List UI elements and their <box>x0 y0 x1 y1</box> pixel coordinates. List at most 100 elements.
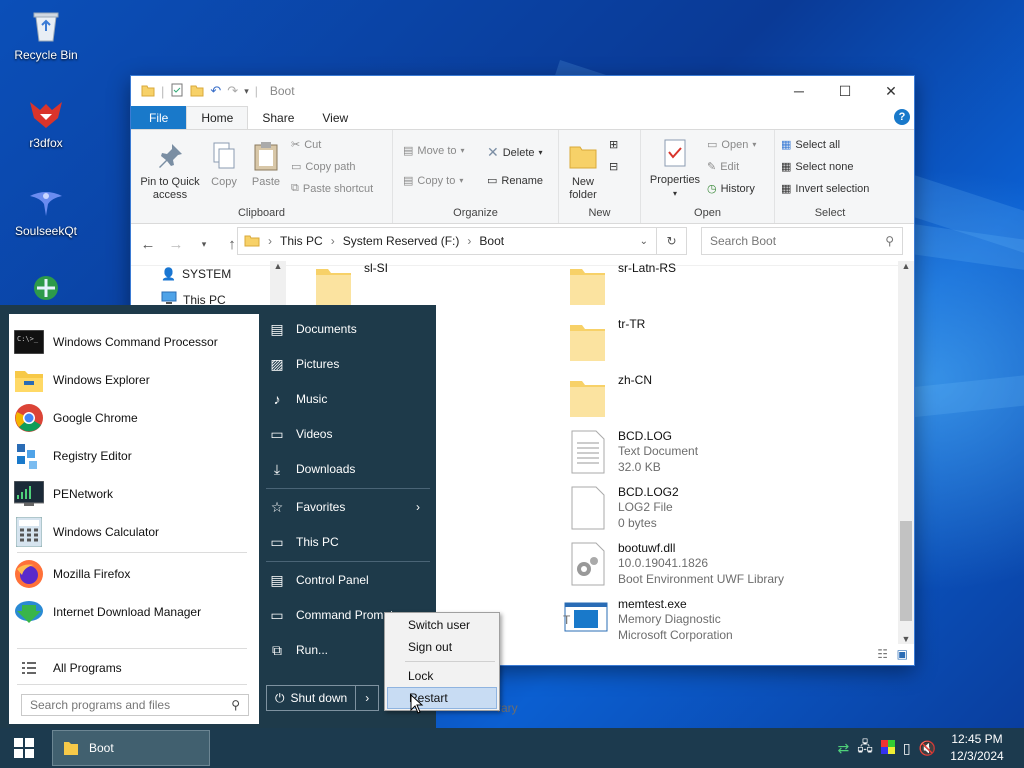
nav-scrollbar[interactable]: ▲ <box>270 261 286 311</box>
redo-icon[interactable]: ↷ <box>227 83 238 99</box>
edit-button[interactable]: ✎ Edit <box>707 160 739 174</box>
paste-shortcut-button[interactable]: ⧉ Paste shortcut <box>291 182 373 195</box>
copy-path-button[interactable]: ▭ Copy path <box>291 160 356 174</box>
invert-selection-button[interactable]: ▦ Invert selection <box>781 182 869 196</box>
new-item-button[interactable]: ⊞ <box>609 138 618 151</box>
start-button[interactable] <box>0 728 48 768</box>
scroll-thumb[interactable] <box>900 521 912 621</box>
select-none-icon: ▦ <box>781 161 792 173</box>
title-bar[interactable]: | ↶ ↷ ▾ | Boot ─ ☐ ✕ <box>131 76 914 106</box>
program-calculator[interactable]: Windows Calculator <box>9 514 259 550</box>
music-icon: ♪ <box>273 391 281 407</box>
large-icons-view-icon[interactable]: ▣ <box>897 647 908 661</box>
start-item-control-panel[interactable]: ▤ Control Panel <box>268 565 428 595</box>
undo-icon[interactable]: ↶ <box>210 83 221 99</box>
address-bar[interactable]: › This PC › System Reserved (F:) › Boot … <box>237 227 657 255</box>
menu-item-sign-out[interactable]: Sign out <box>387 636 497 658</box>
tab-view[interactable]: View <box>308 106 362 129</box>
minimize-button[interactable]: ─ <box>776 76 822 106</box>
select-none-button[interactable]: ▦ Select none <box>781 160 854 174</box>
program-firefox[interactable]: Mozilla Firefox <box>9 556 259 592</box>
start-item-documents[interactable]: ▤ Documents <box>268 314 428 344</box>
desktop-icon-recycle-bin[interactable]: Recycle Bin <box>8 6 84 62</box>
search-input[interactable]: Search Boot ⚲ <box>701 227 903 255</box>
start-item-pictures[interactable]: ▨ Pictures <box>268 349 428 379</box>
file-item-folder[interactable]: sr-Latn-RS <box>568 261 676 307</box>
start-search-input[interactable]: Search programs and files ⚲ <box>21 694 249 716</box>
history-button[interactable]: ◷ History <box>707 182 755 196</box>
program-chrome[interactable]: Google Chrome <box>9 400 259 436</box>
program-penetwork[interactable]: PENetwork <box>9 476 259 512</box>
file-item-exe[interactable]: memtest.exe Memory Diagnostic Microsoft … <box>564 597 733 643</box>
refresh-button[interactable]: ↻ <box>657 227 687 255</box>
recent-locations-button[interactable]: ▾ <box>195 239 213 250</box>
network-activity-icon[interactable]: ⇄ <box>837 740 849 757</box>
breadcrumb-boot[interactable]: Boot <box>479 234 504 248</box>
usb-drive-icon[interactable]: ▯ <box>903 740 911 757</box>
start-item-downloads[interactable]: ⤓ Downloads <box>268 454 428 484</box>
properties-button[interactable]: Properties ▾ <box>647 138 703 200</box>
file-item-folder[interactable]: zh-CN <box>568 373 652 419</box>
address-dropdown-icon[interactable]: ⌄ <box>640 236 648 247</box>
file-item-dll[interactable]: bootuwf.dll 10.0.19041.1826 Boot Environ… <box>568 541 784 587</box>
cut-button[interactable]: ✂ Cut <box>291 138 321 152</box>
nav-item-system[interactable]: 👤 SYSTEM <box>161 267 231 281</box>
scroll-up-icon[interactable]: ▲ <box>270 261 286 271</box>
delete-button[interactable]: ✕ Delete ▾ <box>487 144 543 161</box>
desktop-icon-partial[interactable] <box>8 268 84 310</box>
separator <box>17 684 247 685</box>
clock[interactable]: 12:45 PM 12/3/2024 <box>944 731 1010 765</box>
breadcrumb-this-pc[interactable]: This PC <box>280 234 323 248</box>
desktop-icon-r3dfox[interactable]: r3dfox <box>8 94 84 150</box>
tab-file[interactable]: File <box>131 106 187 129</box>
start-item-videos[interactable]: ▭ Videos <box>268 419 428 449</box>
qat-dropdown-icon[interactable]: ▾ <box>244 86 249 97</box>
rename-button[interactable]: ▭ Rename <box>487 174 543 188</box>
new-folder-button[interactable]: New folder <box>563 140 603 202</box>
start-item-music[interactable]: ♪ Music <box>268 384 428 414</box>
program-explorer[interactable]: Windows Explorer <box>9 362 259 398</box>
close-button[interactable]: ✕ <box>868 76 914 106</box>
help-icon[interactable]: ? <box>894 109 910 125</box>
details-view-icon[interactable]: ☷ <box>877 647 888 661</box>
all-programs-button[interactable]: All Programs <box>9 650 259 686</box>
network-icon[interactable]: 🖧 <box>857 736 873 760</box>
shutdown-options-button[interactable]: › <box>356 686 378 710</box>
breadcrumb-drive[interactable]: System Reserved (F:) <box>343 234 460 248</box>
taskbar-item-explorer[interactable]: Boot <box>52 730 210 766</box>
copy-button[interactable]: Copy <box>205 140 243 189</box>
forward-button[interactable]: → <box>167 236 185 253</box>
menu-item-restart[interactable]: Restart <box>387 687 497 709</box>
menu-item-switch-user[interactable]: Switch user <box>387 614 497 636</box>
paste-button[interactable]: Paste <box>247 140 285 189</box>
scroll-up-icon[interactable]: ▲ <box>898 261 914 271</box>
volume-muted-icon[interactable]: 🔇 <box>919 740 936 757</box>
start-item-this-pc[interactable]: ▭ This PC <box>268 527 428 557</box>
file-item-folder[interactable]: tr-TR <box>568 317 645 363</box>
program-idm[interactable]: Internet Download Manager <box>9 594 259 630</box>
back-button[interactable]: ← <box>139 236 157 253</box>
desktop-icon-soulseek[interactable]: SoulseekQt <box>8 182 84 238</box>
copy-to-button[interactable]: ▤ Copy to ▾ <box>403 174 463 188</box>
display-color-icon[interactable] <box>880 739 895 757</box>
new-folder-qat-icon[interactable] <box>190 83 204 100</box>
select-all-button[interactable]: ▦ Select all <box>781 138 840 152</box>
menu-item-lock[interactable]: Lock <box>387 665 497 687</box>
start-item-favorites[interactable]: ☆ Favorites › <box>268 492 428 522</box>
tab-home[interactable]: Home <box>186 106 249 129</box>
shutdown-button[interactable]: ⏻ Shut down <box>267 686 357 710</box>
move-to-button[interactable]: ▤ Move to ▾ <box>403 144 465 158</box>
quick-access-toolbar: | ↶ ↷ ▾ <box>141 83 249 100</box>
program-cmd[interactable]: C:\>_ Windows Command Processor <box>9 324 259 360</box>
content-scrollbar[interactable]: ▲ ▼ <box>898 261 914 644</box>
program-regedit[interactable]: Registry Editor <box>9 438 259 474</box>
easy-access-button[interactable]: ⊟ <box>609 160 618 173</box>
file-item-folder[interactable]: sl-SI <box>314 261 388 307</box>
tab-share[interactable]: Share <box>248 106 308 129</box>
pin-quick-access-button[interactable]: Pin to Quick access <box>137 140 203 202</box>
open-button[interactable]: ▭ Open ▾ <box>707 138 756 152</box>
properties-qat-icon[interactable] <box>170 83 184 100</box>
maximize-button[interactable]: ☐ <box>822 76 868 106</box>
file-item-log2[interactable]: BCD.LOG2 LOG2 File 0 bytes <box>568 485 679 531</box>
file-item-document[interactable]: BCD.LOG Text Document 32.0 KB <box>568 429 698 475</box>
